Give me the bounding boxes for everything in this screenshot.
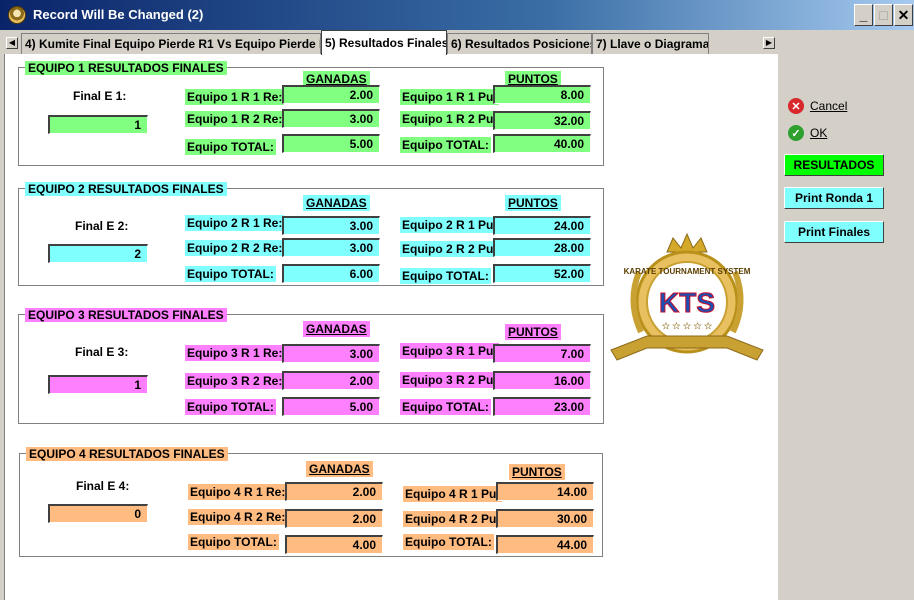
ok-button[interactable]: ✓ OK — [788, 125, 827, 141]
total-ganadas-label: Equipo TOTAL: — [185, 139, 276, 155]
puntos-header: PUNTOS — [509, 464, 565, 480]
equipo-3-group: EQUIPO 3 RESULTADOS FINALES Final E 3: 1… — [18, 308, 604, 424]
r2-re-label: Equipo 3 R 2 Re: — [185, 373, 285, 389]
maximize-button[interactable]: □ — [874, 4, 893, 26]
final-label: Final E 2: — [75, 219, 129, 233]
r2-re-label: Equipo 2 R 2 Re: — [185, 240, 285, 256]
window-title: Record Will Be Changed (2) — [33, 7, 204, 22]
r2-re-label: Equipo 1 R 2 Re: — [185, 111, 285, 127]
final-field[interactable]: 1 — [48, 115, 148, 134]
total-puntos-field[interactable]: 44.00 — [496, 535, 594, 554]
equipo-2-group: EQUIPO 2 RESULTADOS FINALES Final E 2: 2… — [18, 182, 604, 286]
r1-pu-label: Equipo 2 R 1 Pu: — [400, 217, 500, 233]
total-ganadas-field[interactable]: 4.00 — [285, 535, 383, 554]
kts-logo: KARATE TOURNAMENT SYSTEM KTS ★ ★ ★ ★ ★ — [610, 232, 764, 361]
tab-scroll-right-icon[interactable]: ▶ — [763, 37, 775, 49]
r1-re-label: Equipo 1 R 1 Re: — [185, 89, 285, 105]
r1-pu-field[interactable]: 7.00 — [493, 344, 591, 363]
r2-pu-field[interactable]: 28.00 — [493, 238, 591, 257]
total-puntos-label: Equipo TOTAL: — [400, 268, 491, 284]
r1-pu-field[interactable]: 14.00 — [496, 482, 594, 501]
r2-pu-field[interactable]: 16.00 — [493, 371, 591, 390]
action-sidebar: ✕ Cancel ✓ OK RESULTADOS Print Ronda 1 P… — [778, 54, 914, 600]
tab-kumite-final[interactable]: 4) Kumite Final Equipo Pierde R1 Vs Equi… — [21, 33, 321, 54]
tab-strip: ◀ 4) Kumite Final Equipo Pierde R1 Vs Eq… — [0, 30, 778, 55]
r1-pu-field[interactable]: 24.00 — [493, 216, 591, 235]
total-puntos-field[interactable]: 52.00 — [493, 264, 591, 283]
print-finales-button[interactable]: Print Finales — [784, 221, 884, 243]
final-field[interactable]: 2 — [48, 244, 148, 263]
total-ganadas-field[interactable]: 6.00 — [282, 264, 380, 283]
r1-pu-label: Equipo 3 R 1 Pu: — [400, 343, 500, 359]
r2-re-field[interactable]: 2.00 — [285, 509, 383, 528]
minimize-button[interactable]: _ — [854, 4, 873, 26]
r2-pu-field[interactable]: 32.00 — [493, 111, 591, 130]
total-puntos-label: Equipo TOTAL: — [400, 399, 491, 415]
group-title: EQUIPO 3 RESULTADOS FINALES — [25, 308, 227, 322]
r1-re-field[interactable]: 2.00 — [282, 85, 380, 104]
total-ganadas-label: Equipo TOTAL: — [188, 534, 279, 550]
ganadas-header: GANADAS — [303, 321, 370, 337]
print-ronda-1-button[interactable]: Print Ronda 1 — [784, 187, 884, 209]
check-icon: ✓ — [788, 125, 804, 141]
app-icon — [8, 6, 26, 24]
tab-resultados-posiciones[interactable]: 6) Resultados Posiciones — [447, 33, 592, 54]
final-label: Final E 3: — [75, 345, 129, 359]
total-puntos-label: Equipo TOTAL: — [403, 534, 494, 550]
r1-re-field[interactable]: 3.00 — [282, 344, 380, 363]
total-ganadas-label: Equipo TOTAL: — [185, 399, 276, 415]
title-bar: Record Will Be Changed (2) _ □ ✕ — [0, 0, 914, 30]
r1-pu-field[interactable]: 8.00 — [493, 85, 591, 104]
r1-re-label: Equipo 2 R 1 Re: — [185, 215, 285, 231]
ganadas-header: GANADAS — [306, 461, 373, 477]
tab-resultados-finales[interactable]: 5) Resultados Finales — [321, 30, 447, 55]
r2-pu-field[interactable]: 30.00 — [496, 509, 594, 528]
r2-pu-label: Equipo 2 R 2 Pu: — [400, 241, 500, 257]
total-puntos-label: Equipo TOTAL: — [400, 137, 491, 153]
tab-llave-diagrama[interactable]: 7) Llave o Diagrama — [592, 33, 709, 54]
total-ganadas-field[interactable]: 5.00 — [282, 134, 380, 153]
resultados-button[interactable]: RESULTADOS — [784, 154, 884, 176]
r2-re-field[interactable]: 3.00 — [282, 238, 380, 257]
svg-text:★ ★ ★ ★ ★: ★ ★ ★ ★ ★ — [662, 321, 712, 331]
r2-re-field[interactable]: 3.00 — [282, 109, 380, 128]
r2-pu-label: Equipo 4 R 2 Pu: — [403, 511, 503, 527]
r1-re-label: Equipo 4 R 1 Re: — [188, 484, 288, 500]
puntos-header: PUNTOS — [505, 324, 561, 340]
close-button[interactable]: ✕ — [894, 4, 913, 26]
cancel-label: Cancel — [810, 99, 848, 113]
group-title: EQUIPO 4 RESULTADOS FINALES — [26, 447, 228, 461]
group-title: EQUIPO 2 RESULTADOS FINALES — [25, 182, 227, 196]
cancel-button[interactable]: ✕ Cancel — [788, 98, 847, 114]
r2-pu-label: Equipo 1 R 2 Pu: — [400, 111, 500, 127]
equipo-1-group: EQUIPO 1 RESULTADOS FINALES Final E 1: 1… — [18, 61, 604, 166]
tab-scroll-left-icon[interactable]: ◀ — [6, 37, 18, 49]
total-puntos-field[interactable]: 23.00 — [493, 397, 591, 416]
final-label: Final E 1: — [73, 89, 127, 103]
r2-re-label: Equipo 4 R 2 Re: — [188, 509, 288, 525]
logo-initials: KTS — [659, 287, 715, 318]
ok-label: OK — [810, 126, 828, 140]
total-ganadas-field[interactable]: 5.00 — [282, 397, 380, 416]
total-puntos-field[interactable]: 40.00 — [493, 134, 591, 153]
ganadas-header: GANADAS — [303, 195, 370, 211]
r1-pu-label: Equipo 1 R 1 Pu: — [400, 89, 500, 105]
group-title: EQUIPO 1 RESULTADOS FINALES — [25, 61, 227, 75]
puntos-header: PUNTOS — [505, 195, 561, 211]
r1-pu-label: Equipo 4 R 1 Pu: — [403, 486, 503, 502]
cancel-icon: ✕ — [788, 98, 804, 114]
final-field[interactable]: 1 — [48, 375, 148, 394]
r1-re-field[interactable]: 3.00 — [282, 216, 380, 235]
logo-ring-text: KARATE TOURNAMENT SYSTEM — [624, 267, 751, 276]
r1-re-field[interactable]: 2.00 — [285, 482, 383, 501]
r1-re-label: Equipo 3 R 1 Re: — [185, 345, 285, 361]
equipo-4-group: EQUIPO 4 RESULTADOS FINALES Final E 4: 0… — [19, 447, 603, 557]
final-field[interactable]: 0 — [48, 504, 148, 523]
final-label: Final E 4: — [76, 479, 130, 493]
r2-re-field[interactable]: 2.00 — [282, 371, 380, 390]
r2-pu-label: Equipo 3 R 2 Pu: — [400, 372, 500, 388]
total-ganadas-label: Equipo TOTAL: — [185, 266, 276, 282]
